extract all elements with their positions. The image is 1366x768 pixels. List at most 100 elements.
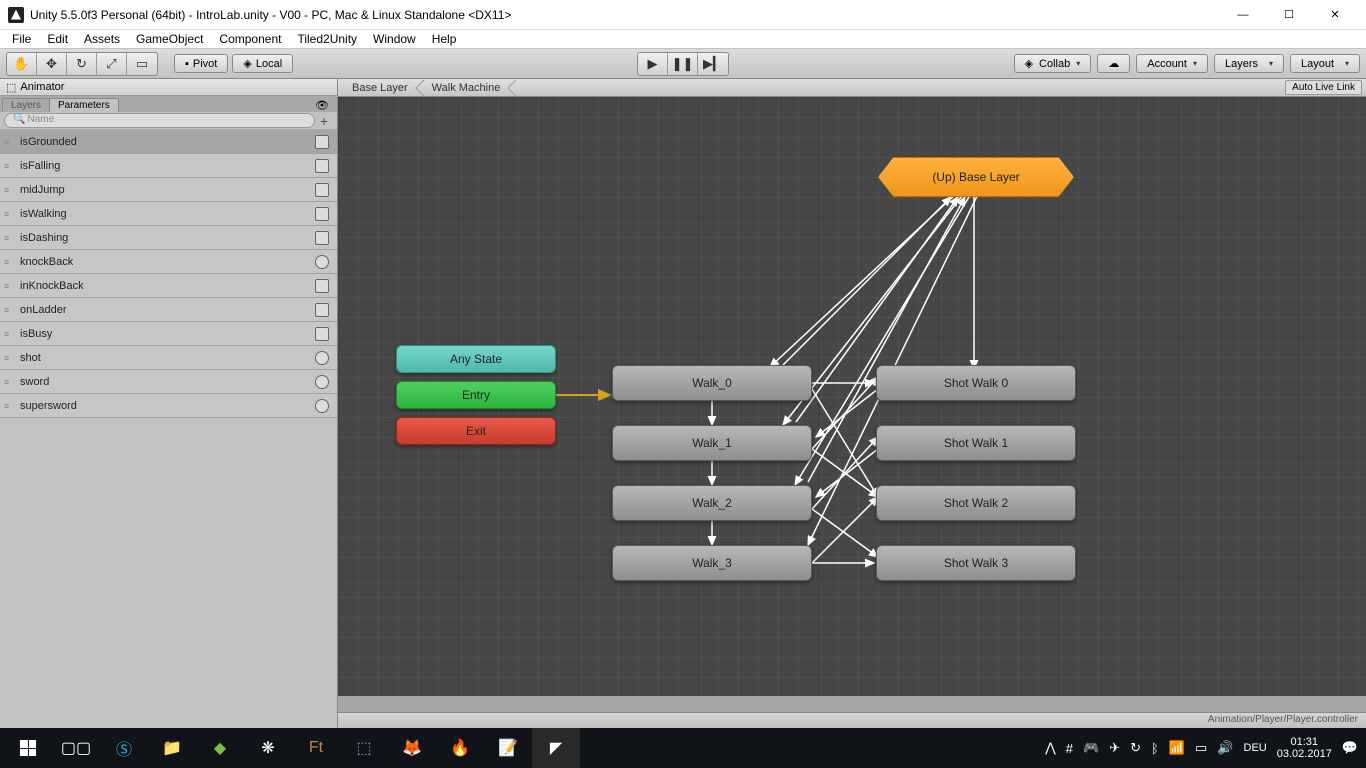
- tray-language[interactable]: DEU: [1244, 742, 1267, 754]
- drag-handle-icon[interactable]: ≡: [4, 401, 14, 411]
- step-button[interactable]: ▶▎: [698, 53, 728, 75]
- tray-wifi-icon[interactable]: 📶: [1169, 740, 1185, 756]
- taskbar-app-green[interactable]: ◆: [196, 728, 244, 768]
- menu-window[interactable]: Window: [365, 30, 424, 48]
- crumb-walk-machine[interactable]: Walk Machine: [422, 80, 515, 96]
- param-row-shot[interactable]: ≡shot: [0, 346, 337, 370]
- param-row-isWalking[interactable]: ≡isWalking: [0, 202, 337, 226]
- drag-handle-icon[interactable]: ≡: [4, 329, 14, 339]
- node-entry[interactable]: Entry: [396, 381, 556, 409]
- drag-handle-icon[interactable]: ≡: [4, 377, 14, 387]
- tray-bluetooth-icon[interactable]: ᛒ: [1151, 741, 1159, 756]
- menu-edit[interactable]: Edit: [39, 30, 76, 48]
- param-bool-checkbox[interactable]: [315, 135, 329, 149]
- play-button[interactable]: ▶: [638, 53, 668, 75]
- tray-notifications-icon[interactable]: 💬: [1342, 740, 1358, 756]
- taskbar-app-tree[interactable]: ❋: [244, 728, 292, 768]
- param-trigger-radio[interactable]: [315, 399, 329, 413]
- node-walk-2[interactable]: Walk_2: [612, 485, 812, 521]
- hand-tool[interactable]: ✋: [7, 53, 37, 75]
- tab-parameters[interactable]: Parameters: [49, 98, 119, 112]
- pause-button[interactable]: ❚❚: [668, 53, 698, 75]
- taskbar-app-notepad[interactable]: 📝: [484, 728, 532, 768]
- tray-telegram-icon[interactable]: ✈: [1109, 740, 1120, 756]
- param-trigger-radio[interactable]: [315, 255, 329, 269]
- param-row-isFalling[interactable]: ≡isFalling: [0, 154, 337, 178]
- param-search-input[interactable]: 🔍 Name: [4, 113, 315, 128]
- tray-discord-icon[interactable]: 🎮: [1083, 740, 1099, 756]
- layout-dropdown[interactable]: Layout▾: [1290, 54, 1360, 73]
- drag-handle-icon[interactable]: ≡: [4, 233, 14, 243]
- drag-handle-icon[interactable]: ≡: [4, 257, 14, 267]
- param-row-isBusy[interactable]: ≡isBusy: [0, 322, 337, 346]
- tray-battery-icon[interactable]: ▭: [1195, 740, 1207, 756]
- node-shot-walk-3[interactable]: Shot Walk 3: [876, 545, 1076, 581]
- param-row-sword[interactable]: ≡sword: [0, 370, 337, 394]
- start-button[interactable]: [4, 728, 52, 768]
- state-graph-canvas[interactable]: (Up) Base Layer Any State Entry Exit Wal…: [338, 97, 1366, 696]
- taskbar-app-explorer[interactable]: 📁: [148, 728, 196, 768]
- param-trigger-radio[interactable]: [315, 375, 329, 389]
- param-row-onLadder[interactable]: ≡onLadder: [0, 298, 337, 322]
- param-trigger-radio[interactable]: [315, 351, 329, 365]
- drag-handle-icon[interactable]: ≡: [4, 281, 14, 291]
- node-shot-walk-1[interactable]: Shot Walk 1: [876, 425, 1076, 461]
- auto-live-link-toggle[interactable]: Auto Live Link: [1285, 80, 1362, 95]
- param-bool-checkbox[interactable]: [315, 327, 329, 341]
- node-exit[interactable]: Exit: [396, 417, 556, 445]
- node-any-state[interactable]: Any State: [396, 345, 556, 373]
- param-bool-checkbox[interactable]: [315, 207, 329, 221]
- tray-chevron-icon[interactable]: ⋀: [1045, 740, 1056, 756]
- param-row-inKnockBack[interactable]: ≡inKnockBack: [0, 274, 337, 298]
- param-row-knockBack[interactable]: ≡knockBack: [0, 250, 337, 274]
- graph-scrollbar-area[interactable]: [338, 696, 1366, 712]
- taskbar-app-unity[interactable]: ◤: [532, 728, 580, 768]
- taskbar-app-gimp[interactable]: 🦊: [388, 728, 436, 768]
- layers-dropdown[interactable]: Layers▾: [1214, 54, 1284, 73]
- maximize-button[interactable]: ☐: [1266, 0, 1312, 30]
- node-walk-3[interactable]: Walk_3: [612, 545, 812, 581]
- task-view-button[interactable]: ▢▢: [52, 728, 100, 768]
- rect-tool[interactable]: ▭: [127, 53, 157, 75]
- node-shot-walk-2[interactable]: Shot Walk 2: [876, 485, 1076, 521]
- visibility-icon[interactable]: 👁: [315, 99, 329, 112]
- drag-handle-icon[interactable]: ≡: [4, 209, 14, 219]
- pivot-toggle[interactable]: ▪ Pivot: [174, 54, 228, 73]
- param-bool-checkbox[interactable]: [315, 303, 329, 317]
- tray-hash-icon[interactable]: #: [1066, 741, 1073, 756]
- menu-assets[interactable]: Assets: [76, 30, 128, 48]
- menu-file[interactable]: File: [4, 30, 39, 48]
- drag-handle-icon[interactable]: ≡: [4, 185, 14, 195]
- account-dropdown[interactable]: Account▾: [1136, 54, 1208, 73]
- tab-layers[interactable]: Layers: [2, 98, 50, 112]
- param-row-isGrounded[interactable]: ≡isGrounded: [0, 130, 337, 154]
- taskbar-app-firefox[interactable]: 🔥: [436, 728, 484, 768]
- tray-sync-icon[interactable]: ↻: [1130, 740, 1141, 756]
- param-bool-checkbox[interactable]: [315, 279, 329, 293]
- menu-help[interactable]: Help: [424, 30, 465, 48]
- taskbar-app-skype[interactable]: Ⓢ: [100, 728, 148, 768]
- param-bool-checkbox[interactable]: [315, 159, 329, 173]
- param-row-midJump[interactable]: ≡midJump: [0, 178, 337, 202]
- menu-gameobject[interactable]: GameObject: [128, 30, 211, 48]
- animator-tab-header[interactable]: ⬚ Animator: [0, 79, 337, 96]
- collab-dropdown[interactable]: ◈ Collab▾: [1014, 54, 1092, 73]
- close-button[interactable]: ✕: [1312, 0, 1358, 30]
- scale-tool[interactable]: ⤢: [97, 53, 127, 75]
- node-shot-walk-0[interactable]: Shot Walk 0: [876, 365, 1076, 401]
- tray-clock[interactable]: 01:31 03.02.2017: [1277, 736, 1332, 760]
- move-tool[interactable]: ✥: [37, 53, 67, 75]
- drag-handle-icon[interactable]: ≡: [4, 137, 14, 147]
- node-walk-1[interactable]: Walk_1: [612, 425, 812, 461]
- rotate-tool[interactable]: ↻: [67, 53, 97, 75]
- add-parameter-button[interactable]: +: [315, 113, 333, 129]
- local-toggle[interactable]: ◈ Local: [232, 54, 293, 73]
- cloud-button[interactable]: ☁: [1097, 54, 1130, 73]
- param-row-isDashing[interactable]: ≡isDashing: [0, 226, 337, 250]
- drag-handle-icon[interactable]: ≡: [4, 353, 14, 363]
- menu-component[interactable]: Component: [211, 30, 289, 48]
- drag-handle-icon[interactable]: ≡: [4, 161, 14, 171]
- menu-tiled2unity[interactable]: Tiled2Unity: [289, 30, 365, 48]
- node-up-base-layer[interactable]: (Up) Base Layer: [878, 157, 1074, 197]
- tray-volume-icon[interactable]: 🔊: [1217, 740, 1233, 756]
